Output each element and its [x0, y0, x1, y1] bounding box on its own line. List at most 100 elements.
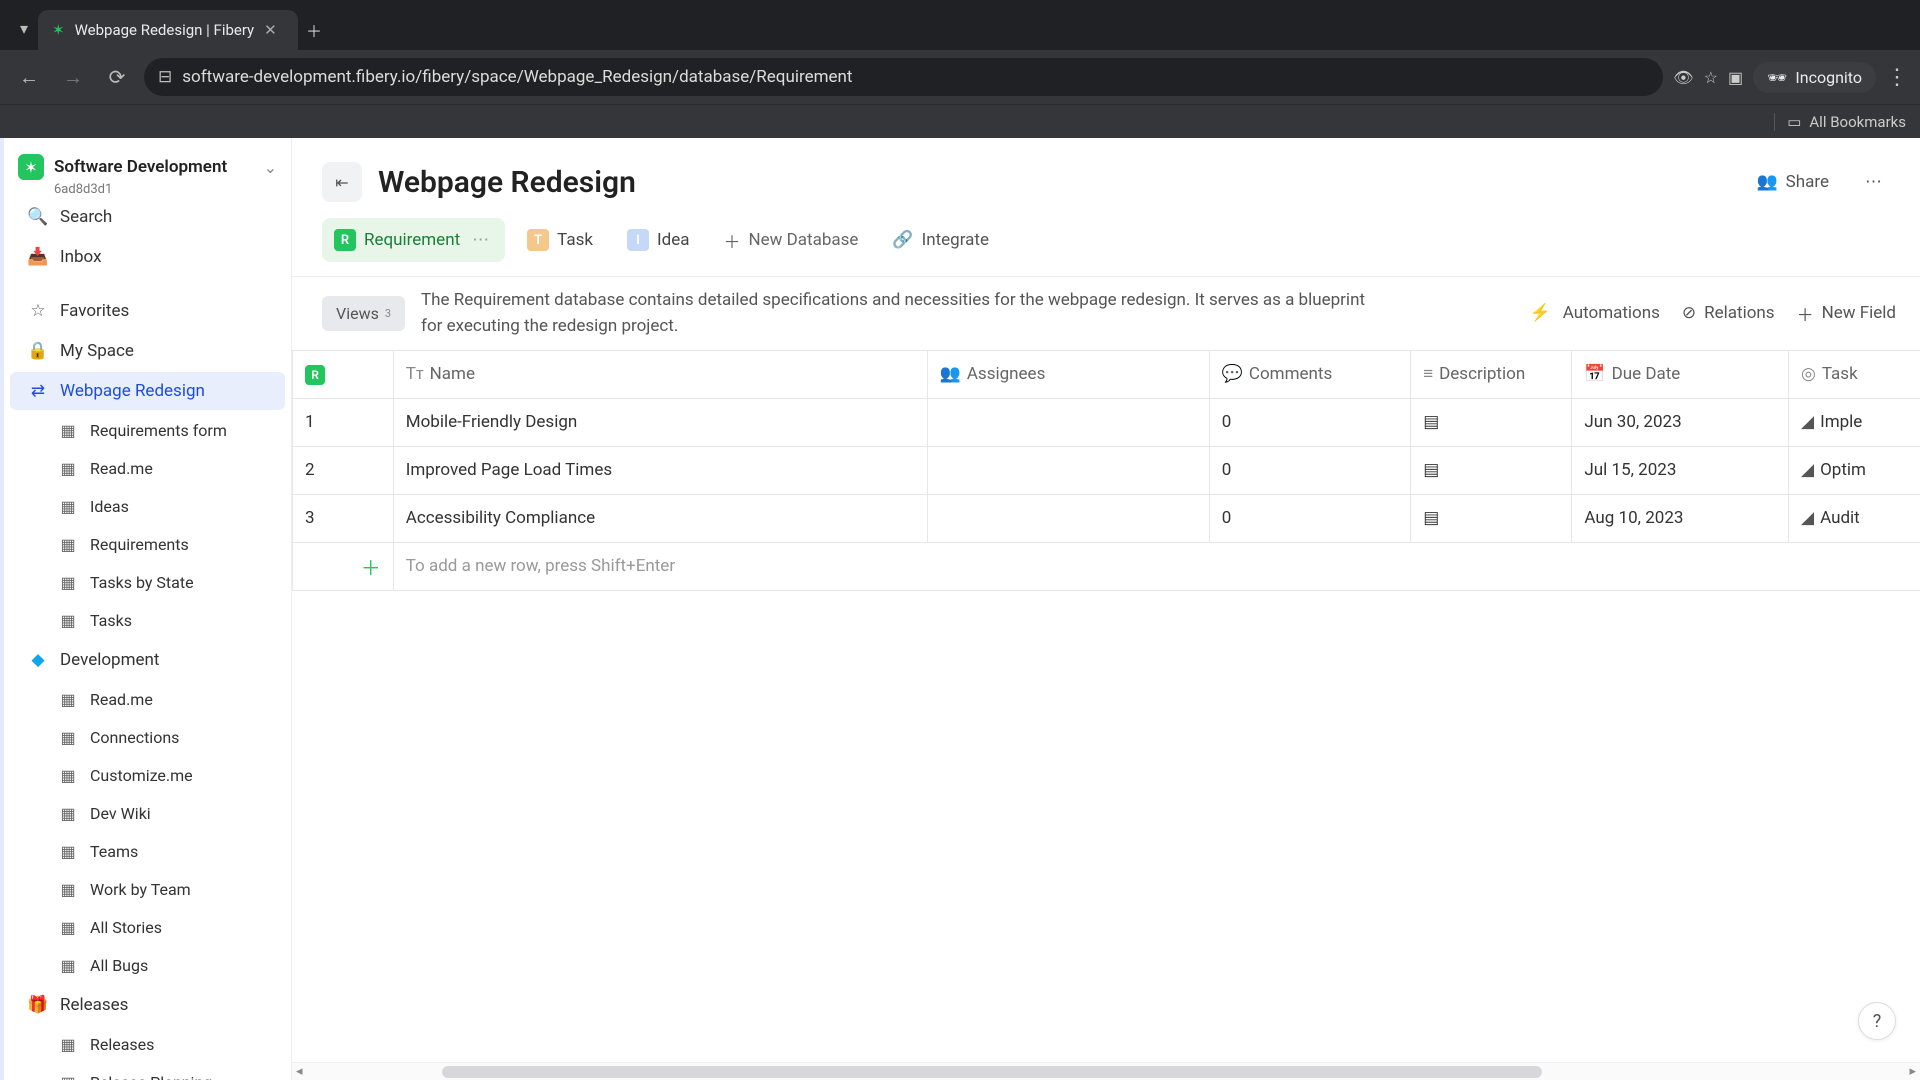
sidebar-item[interactable]: ▦Tasks	[10, 602, 285, 639]
col-header-assignees[interactable]: 👥Assignees	[927, 350, 1209, 398]
db-tab-task[interactable]: T Task	[515, 221, 605, 259]
table-row[interactable]: 2Improved Page Load Times0▤Jul 15, 2023◢…	[293, 446, 1920, 494]
share-button[interactable]: 👥 Share	[1747, 166, 1840, 198]
cell-task[interactable]: ◢Audit	[1789, 494, 1920, 542]
browser-menu-icon[interactable]: ⋮	[1886, 65, 1908, 90]
workspace-switcher[interactable]: ✶ Software Development ⌄	[4, 148, 291, 186]
calendar-icon: 📅	[1584, 364, 1605, 384]
cell-name[interactable]: Mobile-Friendly Design	[393, 398, 927, 446]
sidebar-space-releases[interactable]: 🎁 Releases	[10, 986, 285, 1024]
cell-comments[interactable]: 0	[1209, 446, 1410, 494]
col-header-due-date[interactable]: 📅Due Date	[1572, 350, 1789, 398]
cell-comments[interactable]: 0	[1209, 494, 1410, 542]
scrollbar-thumb[interactable]	[442, 1066, 1542, 1078]
db-tab-idea[interactable]: I Idea	[615, 221, 701, 259]
sidebar-search[interactable]: 🔍 Search	[10, 198, 285, 236]
db-tab-requirement[interactable]: R Requirement ⋯	[322, 218, 505, 262]
all-bookmarks-link[interactable]: All Bookmarks	[1809, 113, 1906, 131]
panel-icon[interactable]: ▣	[1728, 68, 1743, 87]
scroll-left-icon[interactable]: ◂	[296, 1064, 303, 1079]
plus-icon: ＋	[293, 542, 394, 590]
scroll-right-icon[interactable]: ▸	[1909, 1064, 1916, 1079]
automations-button[interactable]: ⚡ Automations	[1534, 303, 1660, 323]
cell-assignees[interactable]	[927, 494, 1209, 542]
cell-due-date[interactable]: Aug 10, 2023	[1572, 494, 1789, 542]
sidebar-item[interactable]: ▦Read.me	[10, 450, 285, 487]
new-tab-button[interactable]: ＋	[298, 14, 330, 46]
back-button[interactable]: ←	[12, 60, 46, 94]
sidebar-item[interactable]: ▦Connections	[10, 719, 285, 756]
sidebar-item[interactable]: ▦Releases	[10, 1026, 285, 1063]
cell-due-date[interactable]: Jun 30, 2023	[1572, 398, 1789, 446]
sidebar-item[interactable]: ▦All Stories	[10, 909, 285, 946]
chevron-down-icon[interactable]: ⌄	[264, 158, 277, 177]
sidebar-item[interactable]: ▦Requirements	[10, 526, 285, 563]
page-menu-button[interactable]: ⋯	[1855, 166, 1892, 198]
sidebar-item[interactable]: ▦Release Planning	[10, 1064, 285, 1080]
cell-due-date[interactable]: Jul 15, 2023	[1572, 446, 1789, 494]
views-count: 3	[385, 307, 391, 320]
bookmark-star-icon[interactable]: ☆	[1704, 68, 1718, 87]
browser-tab[interactable]: ✶ Webpage Redesign | Fibery ✕	[38, 10, 298, 50]
cell-description[interactable]: ▤	[1411, 494, 1572, 542]
help-button[interactable]: ?	[1858, 1002, 1896, 1040]
cell-assignees[interactable]	[927, 398, 1209, 446]
people-icon: 👥	[1757, 172, 1778, 192]
reload-button[interactable]: ⟳	[100, 60, 134, 94]
sidebar-item[interactable]: ▦Teams	[10, 833, 285, 870]
collapse-sidebar-button[interactable]: ⇤	[322, 162, 362, 202]
close-tab-icon[interactable]: ✕	[264, 21, 277, 39]
cell-assignees[interactable]	[927, 446, 1209, 494]
flag-icon: ◢	[1801, 412, 1814, 432]
sidebar-item[interactable]: ▦Dev Wiki	[10, 795, 285, 832]
tab-more-icon[interactable]: ⋯	[468, 226, 493, 254]
sidebar-item[interactable]: ▦Read.me	[10, 681, 285, 718]
col-header-badge[interactable]: R	[293, 350, 394, 398]
sidebar-item[interactable]: ▦Customize.me	[10, 757, 285, 794]
url-input[interactable]: ⊟ software-development.fibery.io/fibery/…	[144, 58, 1663, 96]
cell-name[interactable]: Accessibility Compliance	[393, 494, 927, 542]
sidebar-favorites[interactable]: ☆ Favorites	[10, 292, 285, 330]
incognito-badge[interactable]: 🕶 Incognito	[1753, 62, 1876, 93]
view-icon: ▦	[58, 1073, 78, 1080]
sidebar-item[interactable]: ▦Requirements form	[10, 412, 285, 449]
col-header-comments[interactable]: 💬Comments	[1209, 350, 1410, 398]
plus-icon: ＋	[723, 228, 740, 253]
task-badge-icon: T	[527, 229, 549, 251]
horizontal-scrollbar[interactable]: ◂ ▸	[292, 1062, 1920, 1080]
new-field-button[interactable]: ＋ New Field	[1797, 301, 1896, 326]
relations-button[interactable]: ⊘ Relations	[1682, 303, 1775, 323]
col-header-description[interactable]: ≡Description	[1411, 350, 1572, 398]
cell-comments[interactable]: 0	[1209, 398, 1410, 446]
col-header-task[interactable]: ◎Task	[1789, 350, 1920, 398]
col-header-name[interactable]: TᴛName	[393, 350, 927, 398]
cell-description[interactable]: ▤	[1411, 446, 1572, 494]
sidebar-space-development[interactable]: ◆ Development	[10, 641, 285, 679]
sidebar-item[interactable]: ▦Ideas	[10, 488, 285, 525]
flag-icon: ◢	[1801, 508, 1814, 528]
table-row[interactable]: 3Accessibility Compliance0▤Aug 10, 2023◢…	[293, 494, 1920, 542]
cell-name[interactable]: Improved Page Load Times	[393, 446, 927, 494]
sidebar-item[interactable]: ▦Tasks by State	[10, 564, 285, 601]
sidebar-item[interactable]: ▦Work by Team	[10, 871, 285, 908]
cell-description[interactable]: ▤	[1411, 398, 1572, 446]
sidebar-item[interactable]: ▦All Bugs	[10, 947, 285, 984]
views-button[interactable]: Views 3	[322, 296, 405, 331]
sidebar-inbox[interactable]: 📥 Inbox	[10, 238, 285, 276]
eye-off-icon[interactable]: 👁	[1673, 68, 1693, 87]
table-row[interactable]: 1Mobile-Friendly Design0▤Jun 30, 2023◢Im…	[293, 398, 1920, 446]
sidebar-my-space[interactable]: 🔒 My Space	[10, 332, 285, 370]
new-database-button[interactable]: ＋ New Database	[711, 220, 870, 261]
paragraph-icon: ≡	[1423, 364, 1433, 384]
site-info-icon[interactable]: ⊟	[158, 67, 172, 87]
integrate-button[interactable]: 🔗 Integrate	[880, 222, 1001, 258]
forward-button[interactable]: →	[56, 60, 90, 94]
tab-dropdown-icon[interactable]: ▾	[10, 14, 38, 42]
lock-icon: 🔒	[28, 341, 48, 361]
sidebar-space-webpage-redesign[interactable]: ⇄ Webpage Redesign	[10, 372, 285, 410]
cell-task[interactable]: ◢Imple	[1789, 398, 1920, 446]
cell-task[interactable]: ◢Optim	[1789, 446, 1920, 494]
requirement-badge-icon: R	[305, 365, 325, 385]
add-row[interactable]: ＋To add a new row, press Shift+Enter	[293, 542, 1920, 590]
table-scroll[interactable]: R TᴛName 👥Assignees 💬Comments ≡Descripti…	[292, 350, 1920, 1062]
